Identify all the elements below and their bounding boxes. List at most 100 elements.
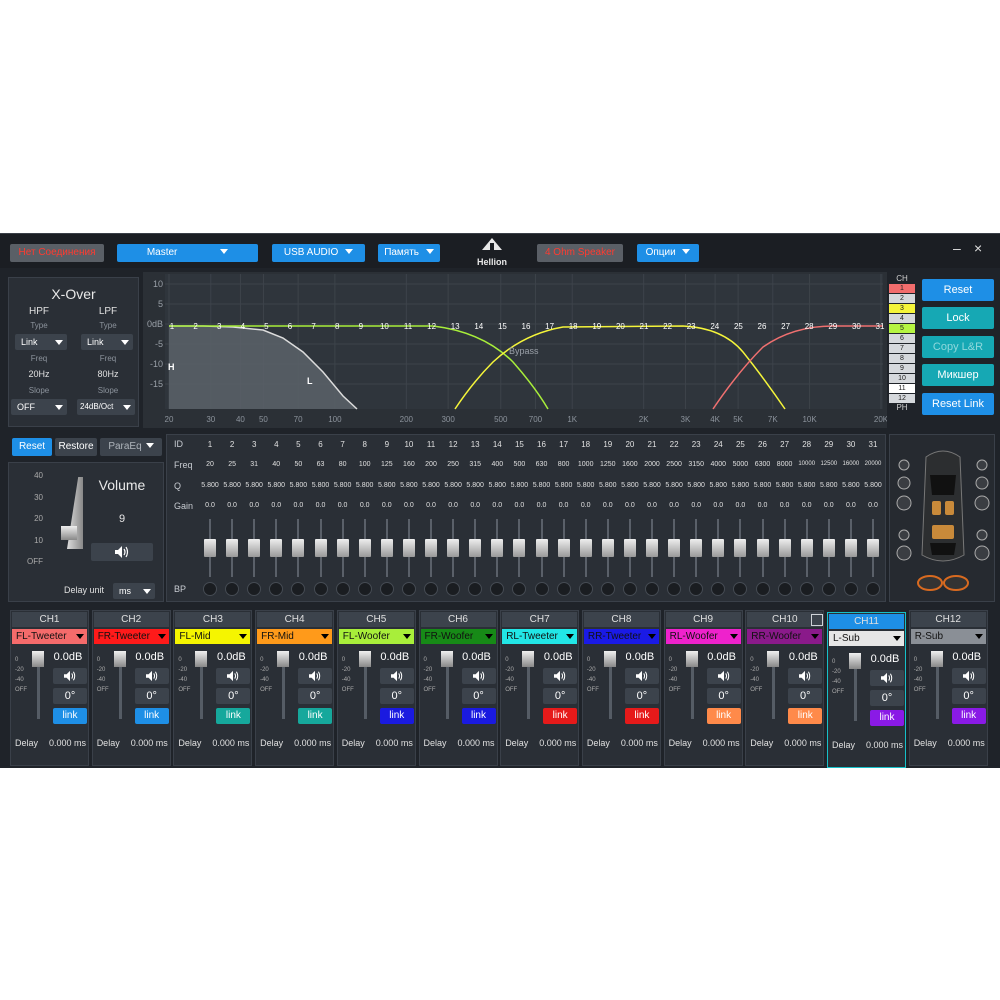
fader-knob[interactable] bbox=[513, 539, 526, 557]
eq-band-q[interactable]: 5.800 bbox=[199, 482, 221, 489]
eq-band-marker[interactable]: 14 bbox=[474, 322, 483, 331]
channel-output-select[interactable]: RR-Tweeter bbox=[583, 629, 659, 644]
hpf-freq-value[interactable]: 20Hz bbox=[19, 369, 59, 379]
channel-select-item[interactable]: 7 bbox=[889, 344, 915, 353]
eq-bypass-toggle[interactable] bbox=[446, 582, 461, 596]
eq-band-gain[interactable]: 0.0 bbox=[199, 502, 221, 509]
eq-band-q[interactable]: 5.800 bbox=[685, 482, 707, 489]
fader-knob[interactable] bbox=[358, 539, 371, 557]
channel-delay-value[interactable]: 0.000 ms bbox=[49, 738, 86, 748]
fader-knob[interactable] bbox=[601, 539, 614, 557]
eq-band-marker[interactable]: 13 bbox=[451, 322, 460, 331]
channel-output-select[interactable]: FL-Mid bbox=[175, 629, 251, 644]
eq-band-freq[interactable]: 8000 bbox=[774, 461, 796, 468]
eq-band-q[interactable]: 5.800 bbox=[376, 482, 398, 489]
eq-band-marker[interactable]: 15 bbox=[498, 322, 507, 331]
fader-knob[interactable] bbox=[800, 539, 813, 557]
channel-fader-knob[interactable] bbox=[685, 651, 698, 667]
channel-mute-button[interactable] bbox=[379, 668, 414, 684]
eq-bypass-toggle[interactable] bbox=[777, 582, 792, 596]
minimize-button[interactable]: – bbox=[953, 240, 961, 256]
fader-knob[interactable] bbox=[756, 539, 769, 557]
source-select[interactable]: Master bbox=[117, 244, 258, 262]
fader-knob[interactable] bbox=[380, 539, 393, 557]
channel-mute-button[interactable] bbox=[543, 668, 578, 684]
eq-bypass-toggle[interactable] bbox=[578, 582, 593, 596]
channel-select-item[interactable]: 5 bbox=[889, 324, 915, 333]
eq-band-freq[interactable]: 2500 bbox=[663, 461, 685, 468]
eq-band-q[interactable]: 5.800 bbox=[707, 482, 729, 489]
eq-band-marker[interactable]: 26 bbox=[758, 322, 767, 331]
channel-delay-value[interactable]: 0.000 ms bbox=[458, 738, 495, 748]
channel-tab[interactable]: CH11 bbox=[829, 614, 904, 629]
channel-select-item[interactable]: 11 bbox=[889, 384, 915, 393]
fader-knob[interactable] bbox=[292, 539, 305, 557]
device-select[interactable]: USB AUDIO bbox=[272, 244, 365, 262]
channel-fader-knob[interactable] bbox=[849, 653, 861, 669]
reset-link-button[interactable]: Reset Link bbox=[922, 393, 994, 415]
eq-band-q[interactable]: 5.800 bbox=[398, 482, 420, 489]
eq-band-freq[interactable]: 31 bbox=[243, 461, 265, 468]
frequency-response-graph[interactable]: H L Bypass 1 2 3 4 5 6 7 8 9 10 11 12 13 14 15 16 17 18 19… bbox=[143, 272, 887, 428]
eq-band-q[interactable]: 5.800 bbox=[597, 482, 619, 489]
channel-link-button[interactable]: link bbox=[624, 708, 659, 724]
eq-bypass-toggle[interactable] bbox=[424, 582, 438, 596]
fader-knob[interactable] bbox=[867, 539, 879, 557]
channel-fader-knob[interactable] bbox=[113, 651, 126, 667]
eq-band-marker[interactable]: 9 bbox=[359, 322, 364, 331]
channel-tab[interactable]: CH8 bbox=[583, 612, 659, 627]
channel-mute-button[interactable] bbox=[53, 668, 87, 684]
fader-knob[interactable] bbox=[270, 539, 283, 557]
channel-output-select[interactable]: FR-Mid bbox=[257, 629, 333, 644]
channel-link-button[interactable]: link bbox=[134, 708, 169, 724]
eq-band-q[interactable]: 5.800 bbox=[221, 482, 243, 489]
eq-band-gain[interactable]: 0.0 bbox=[398, 502, 420, 509]
channel-tab[interactable]: CH12 bbox=[910, 612, 986, 627]
eq-bypass-toggle[interactable] bbox=[225, 582, 240, 596]
eq-band-marker[interactable]: 23 bbox=[687, 322, 696, 331]
channel-fader-knob[interactable] bbox=[603, 651, 616, 667]
channel-link-button[interactable]: link bbox=[298, 708, 333, 724]
eq-band-freq[interactable]: 10000 bbox=[796, 461, 818, 467]
eq-bypass-toggle[interactable] bbox=[401, 582, 416, 596]
eq-band-freq[interactable]: 6300 bbox=[752, 461, 774, 468]
eq-bypass-toggle[interactable] bbox=[534, 582, 549, 596]
channel-link-button[interactable]: link bbox=[379, 708, 414, 724]
channel-link-button[interactable]: link bbox=[216, 708, 251, 724]
channel-output-select[interactable]: RL-Woofer bbox=[665, 629, 741, 644]
eq-bypass-toggle[interactable] bbox=[799, 582, 814, 596]
eq-mode-select[interactable]: ParaEq bbox=[100, 438, 162, 456]
eq-band-q[interactable]: 5.800 bbox=[464, 482, 486, 489]
fader-knob[interactable] bbox=[535, 539, 548, 557]
eq-band-q[interactable]: 5.800 bbox=[553, 482, 575, 489]
volume-mute-button[interactable] bbox=[91, 543, 153, 561]
eq-band-marker[interactable]: 2 bbox=[193, 322, 198, 331]
eq-band-marker[interactable]: 11 bbox=[404, 322, 413, 331]
eq-band-gain[interactable]: 0.0 bbox=[774, 502, 796, 509]
channel-fader-knob[interactable] bbox=[522, 651, 535, 667]
eq-bypass-toggle[interactable] bbox=[755, 582, 770, 596]
eq-band-q[interactable]: 5.800 bbox=[354, 482, 376, 489]
eq-band-freq[interactable]: 16000 bbox=[840, 461, 862, 467]
eq-band-freq[interactable]: 3150 bbox=[685, 461, 707, 468]
eq-band-freq[interactable]: 315 bbox=[464, 461, 486, 468]
channel-fader-knob[interactable] bbox=[767, 651, 780, 667]
eq-band-freq[interactable]: 4000 bbox=[707, 461, 729, 468]
eq-band-marker[interactable]: 28 bbox=[805, 322, 814, 331]
channel-phase-button[interactable]: 0° bbox=[870, 690, 904, 706]
eq-band-freq[interactable]: 400 bbox=[486, 461, 508, 468]
channel-tab[interactable]: CH9 bbox=[665, 612, 741, 627]
eq-band-marker[interactable]: 4 bbox=[241, 322, 246, 331]
eq-band-gain[interactable]: 0.0 bbox=[221, 502, 243, 509]
eq-band-q[interactable]: 5.800 bbox=[752, 482, 774, 489]
channel-output-select[interactable]: FR-Woofer bbox=[420, 629, 496, 644]
channel-fader-knob[interactable] bbox=[930, 651, 943, 667]
channel-tab[interactable]: CH3 bbox=[175, 612, 251, 627]
eq-band-freq[interactable]: 40 bbox=[265, 461, 287, 468]
channel-delay-value[interactable]: 0.000 ms bbox=[539, 738, 576, 748]
channel-tab[interactable]: CH6 bbox=[420, 612, 496, 627]
eq-band-gain[interactable]: 0.0 bbox=[354, 502, 376, 509]
eq-band-q[interactable]: 5.800 bbox=[508, 482, 530, 489]
copy-lr-button[interactable]: Copy L&R bbox=[922, 336, 994, 358]
eq-band-q[interactable]: 5.800 bbox=[663, 482, 685, 489]
